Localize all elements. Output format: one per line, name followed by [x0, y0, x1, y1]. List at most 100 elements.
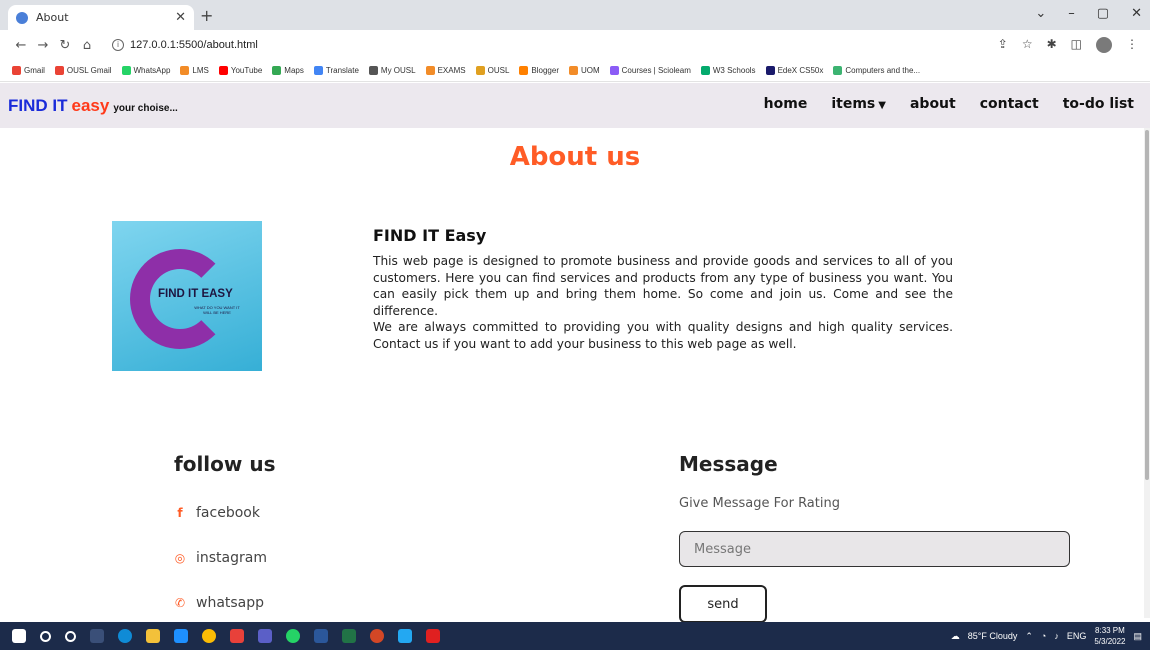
bookmark-item[interactable]: OUSL: [475, 66, 509, 75]
bookmark-item[interactable]: Courses | Scioleam: [609, 66, 691, 75]
reload-icon[interactable]: ↻: [54, 38, 76, 53]
whatsapp-app-icon[interactable]: [286, 629, 300, 643]
social-link-instagram[interactable]: ◎ instagram: [174, 550, 267, 566]
powerpoint-icon[interactable]: [370, 629, 384, 643]
bookmark-favicon-icon: [700, 66, 710, 75]
language-indicator[interactable]: ENG: [1067, 631, 1087, 641]
bookmark-favicon-icon: [180, 66, 190, 75]
company-logo-image: FIND IT EASY WHAT DO YOU WANT IT WILL BE…: [112, 221, 262, 371]
bookmark-item[interactable]: EXAMS: [425, 66, 466, 75]
site-header: FIND IT easy your choise... home items ▼ ab…: [0, 83, 1150, 128]
clock-time: 8:33 PM: [1095, 626, 1125, 635]
message-input[interactable]: [679, 531, 1070, 567]
bookmark-item[interactable]: LMS: [180, 66, 209, 75]
nav-items-label: items: [831, 96, 876, 112]
site-logo[interactable]: FIND IT easy your choise...: [8, 96, 178, 116]
site-info-icon[interactable]: i: [112, 39, 124, 51]
bookmark-label: Translate: [325, 66, 359, 75]
search-icon[interactable]: [40, 630, 51, 642]
brand-main: FIND IT: [8, 95, 68, 115]
new-tab-icon[interactable]: +: [200, 6, 213, 25]
bookmark-item[interactable]: EdeX CS50x: [765, 66, 823, 75]
bookmark-item[interactable]: OUSL Gmail: [54, 66, 112, 75]
tab-search-icon[interactable]: ⌄: [1035, 6, 1046, 21]
file-explorer-icon[interactable]: [146, 629, 160, 643]
excel-icon[interactable]: [342, 629, 356, 643]
forward-icon[interactable]: →: [32, 38, 54, 53]
back-icon[interactable]: ←: [10, 38, 32, 53]
bookmark-item[interactable]: Gmail: [12, 66, 45, 75]
bookmark-favicon-icon: [568, 66, 578, 75]
tray-overflow-icon[interactable]: ⌃: [1025, 631, 1033, 642]
bookmark-favicon-icon: [833, 66, 843, 75]
bookmark-label: W3 Schools: [712, 66, 756, 75]
volume-icon[interactable]: ♪: [1054, 631, 1059, 641]
edge-icon[interactable]: [118, 629, 132, 643]
social-link-whatsapp[interactable]: ✆ whatsapp: [174, 595, 264, 611]
nav-about[interactable]: about: [910, 96, 956, 112]
teams-icon[interactable]: [258, 629, 272, 643]
maximize-icon[interactable]: ▢: [1097, 6, 1109, 21]
about-paragraph-1: This web page is designed to promote bus…: [373, 254, 953, 318]
bookmark-item[interactable]: My OUSL: [368, 66, 416, 75]
message-heading: Message: [679, 452, 778, 476]
word-icon[interactable]: [314, 629, 328, 643]
task-view-icon[interactable]: [90, 629, 104, 643]
bookmark-item[interactable]: Translate: [313, 66, 359, 75]
profile-avatar[interactable]: [1096, 37, 1112, 53]
bookmark-item[interactable]: Maps: [272, 66, 304, 75]
vscode-icon[interactable]: [398, 629, 412, 643]
bookmark-label: Blogger: [531, 66, 559, 75]
send-button[interactable]: send: [679, 585, 767, 623]
scrollbar-thumb[interactable]: [1145, 130, 1149, 480]
page-scrollbar[interactable]: [1144, 128, 1150, 618]
bookmark-label: OUSL Gmail: [66, 66, 112, 75]
browser-tab[interactable]: About ✕: [8, 5, 194, 30]
bookmark-star-icon[interactable]: ☆: [1022, 37, 1033, 53]
close-window-icon[interactable]: ✕: [1131, 6, 1142, 21]
nav-todo[interactable]: to-do list: [1063, 96, 1134, 112]
nav-contact[interactable]: contact: [980, 96, 1039, 112]
more-menu-icon[interactable]: ⋮: [1126, 37, 1138, 53]
cortana-icon[interactable]: [65, 630, 76, 642]
system-tray: ☁ 85°F Cloudy ⌃ ◔ ♪ ENG 8:33 PM 5/3/2022…: [951, 622, 1142, 650]
nav-items[interactable]: items ▼: [831, 96, 886, 112]
bookmark-item[interactable]: Computers and the...: [833, 66, 920, 75]
social-label: whatsapp: [196, 595, 265, 611]
url-field[interactable]: i 127.0.0.1:5500/about.html: [112, 39, 258, 51]
bookmark-label: My OUSL: [380, 66, 416, 75]
notifications-icon[interactable]: ▤: [1133, 631, 1142, 642]
bookmark-favicon-icon: [218, 66, 228, 75]
office-icon[interactable]: [230, 629, 244, 643]
share-icon[interactable]: ⇪: [998, 37, 1008, 53]
social-label: instagram: [196, 550, 267, 566]
whatsapp-icon: ✆: [174, 596, 186, 610]
clock[interactable]: 8:33 PM 5/3/2022: [1094, 625, 1125, 647]
nav-home[interactable]: home: [764, 96, 808, 112]
windows-start-icon[interactable]: [12, 629, 26, 643]
bookmark-favicon-icon: [475, 66, 485, 75]
network-icon[interactable]: ◔: [1041, 631, 1046, 641]
bookmark-item[interactable]: Blogger: [519, 66, 559, 75]
about-paragraph-2: We are always committed to providing you…: [373, 320, 953, 351]
bookmark-favicon-icon: [368, 66, 378, 75]
sidebar-icon[interactable]: ◫: [1071, 37, 1082, 53]
chrome-icon[interactable]: [202, 629, 216, 643]
bookmark-item[interactable]: UOM: [568, 66, 600, 75]
bookmark-item[interactable]: WhatsApp: [121, 66, 170, 75]
bookmark-label: Computers and the...: [845, 66, 921, 75]
social-link-facebook[interactable]: f facebook: [174, 505, 260, 521]
mail-icon[interactable]: [174, 629, 188, 643]
extensions-icon[interactable]: ✱: [1047, 37, 1057, 53]
bookmark-favicon-icon: [609, 66, 619, 75]
bookmark-item[interactable]: W3 Schools: [700, 66, 756, 75]
close-tab-icon[interactable]: ✕: [175, 10, 186, 25]
page-title: About us: [509, 142, 641, 172]
home-icon[interactable]: ⌂: [76, 38, 98, 53]
bookmark-item[interactable]: YouTube: [218, 66, 262, 75]
windows-taskbar: ☁ 85°F Cloudy ⌃ ◔ ♪ ENG 8:33 PM 5/3/2022…: [0, 622, 1150, 650]
acrobat-icon[interactable]: [426, 629, 440, 643]
minimize-icon[interactable]: –: [1068, 6, 1075, 21]
weather-text[interactable]: 85°F Cloudy: [968, 631, 1018, 641]
bookmarks-bar: Gmail OUSL Gmail WhatsApp LMS YouTube Maps Tra…: [0, 60, 1150, 82]
